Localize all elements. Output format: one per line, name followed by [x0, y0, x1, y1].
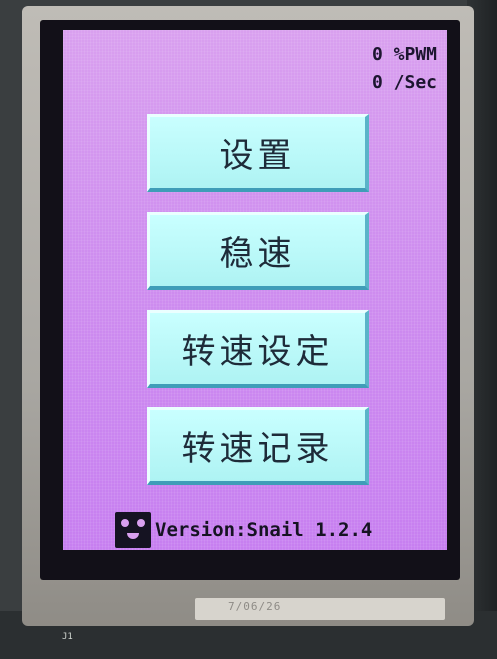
settings-button[interactable]: 设置 — [147, 114, 369, 192]
lcd-screen: 0 %PWM 0 /Sec 设置 稳速 转速设定 转速记录 Version:Sn… — [63, 30, 447, 550]
speed-readout: 0 /Sec — [371, 72, 437, 93]
speed-setting-button[interactable]: 转速设定 — [147, 310, 369, 388]
ribbon-text: 7/06/26 — [228, 600, 282, 613]
pwm-readout: 0 %PWM — [371, 44, 437, 65]
stable-speed-button[interactable]: 稳速 — [147, 212, 369, 290]
stable-speed-button-label: 稳速 — [219, 234, 296, 274]
speed-setting-button-label: 转速设定 — [181, 332, 334, 372]
settings-button-label: 设置 — [219, 136, 296, 176]
speed-record-button-label: 转速记录 — [181, 429, 334, 469]
pcb-label: J1 — [62, 632, 73, 642]
snail-face-icon — [115, 512, 151, 548]
version-text: Version:Snail 1.2.4 — [155, 519, 373, 541]
version-footer: Version:Snail 1.2.4 — [115, 512, 372, 548]
speed-record-button[interactable]: 转速记录 — [147, 407, 369, 485]
